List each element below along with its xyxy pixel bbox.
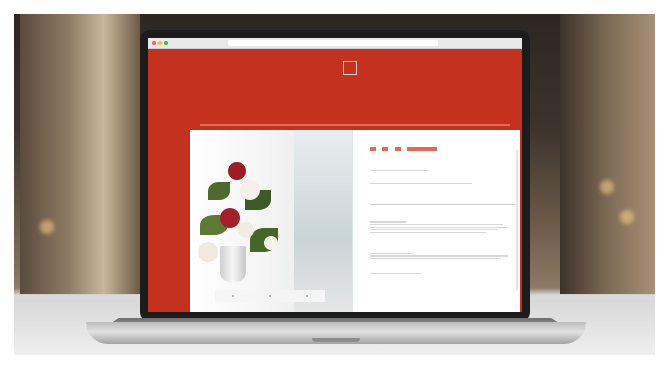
text-line xyxy=(370,183,472,185)
carousel-dot[interactable] xyxy=(268,295,271,297)
section-divider xyxy=(200,124,510,126)
zoom-dot-icon xyxy=(164,41,168,45)
red-rose-icon xyxy=(220,208,240,228)
site-logo-icon xyxy=(343,61,357,75)
text-line xyxy=(370,273,421,275)
tag xyxy=(407,147,438,151)
vase xyxy=(220,246,246,282)
carousel-dots[interactable] xyxy=(215,290,325,302)
product-photo xyxy=(190,130,353,312)
background-window-left xyxy=(20,14,140,294)
separator xyxy=(370,204,515,206)
laptop-notch xyxy=(312,338,360,342)
browser-chrome xyxy=(148,38,522,49)
text-line xyxy=(370,255,508,257)
text-line xyxy=(370,258,501,260)
white-rose-icon xyxy=(238,222,254,238)
bokeh-light xyxy=(600,180,614,194)
white-rose-icon xyxy=(264,236,278,250)
tag xyxy=(382,147,389,151)
white-rose-icon xyxy=(198,242,218,262)
minimize-dot-icon xyxy=(158,41,162,45)
background-window-right xyxy=(560,14,655,294)
tag-row xyxy=(370,138,515,156)
tag xyxy=(370,147,376,151)
text-line xyxy=(370,226,508,228)
laptop-screen xyxy=(148,38,522,312)
tag xyxy=(394,147,401,151)
product-info xyxy=(370,138,515,276)
bokeh-light xyxy=(620,210,634,224)
carousel-dot[interactable] xyxy=(305,295,308,297)
close-dot-icon xyxy=(152,41,156,45)
text-line xyxy=(370,223,504,226)
white-rose-icon xyxy=(240,180,260,200)
text-line xyxy=(370,229,498,231)
address-bar[interactable] xyxy=(228,40,438,46)
text-line xyxy=(370,231,486,233)
bokeh-light xyxy=(40,220,54,234)
photo-window xyxy=(294,130,352,312)
carousel-dot[interactable] xyxy=(232,295,235,297)
product-card xyxy=(190,130,520,312)
leaf-icon xyxy=(208,182,230,200)
text-line xyxy=(370,170,428,172)
scrollbar[interactable] xyxy=(516,150,518,290)
text-line xyxy=(370,252,414,255)
red-rose-icon xyxy=(228,162,246,180)
text-line xyxy=(370,221,407,223)
photo-scene xyxy=(0,0,669,369)
